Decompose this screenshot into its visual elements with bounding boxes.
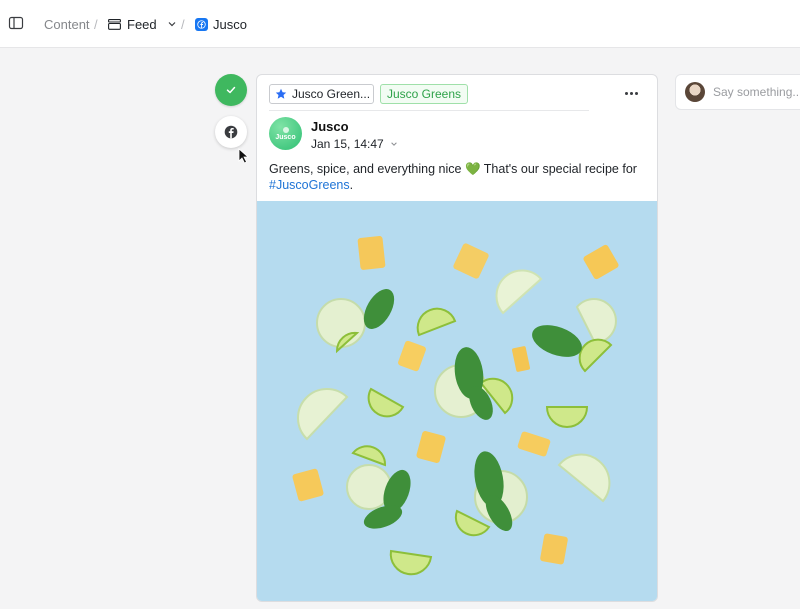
post-timestamp-label: Jan 15, 14:47 (311, 137, 384, 151)
post-timestamp[interactable]: Jan 15, 14:47 (311, 137, 398, 151)
breadcrumb-separator: / (94, 16, 98, 32)
post-author: Jusco (311, 119, 349, 134)
page-avatar-text: Jusco (275, 133, 296, 141)
post-text-end: . (349, 178, 354, 192)
more-options-icon[interactable] (621, 86, 641, 100)
breadcrumb-feed-label: Feed (127, 16, 157, 32)
post-text-before: Greens, spice, and everything nice (269, 162, 465, 176)
comment-box[interactable]: Say something... (675, 74, 800, 110)
facebook-icon (224, 125, 238, 139)
label-tag[interactable]: Jusco Greens (380, 84, 469, 104)
breadcrumb-feed[interactable]: Feed (108, 0, 177, 48)
breadcrumb-content-label: Content (44, 16, 90, 32)
page-avatar: Jusco (269, 117, 302, 150)
top-bar: Content / Feed / Jusco (0, 0, 800, 48)
sidebar-toggle-icon[interactable] (8, 15, 24, 31)
tag-row: Jusco Green... Jusco Greens (269, 84, 645, 106)
approve-button[interactable] (215, 74, 247, 106)
comment-input[interactable]: Say something... (713, 85, 800, 99)
feed-icon (108, 18, 121, 30)
label-tag-text: Jusco Greens (387, 87, 462, 101)
hashtag-link[interactable]: #JuscoGreens (269, 178, 350, 192)
check-icon (226, 86, 236, 94)
divider (269, 110, 589, 111)
breadcrumb-page[interactable]: Jusco (195, 0, 247, 48)
post-card: Jusco Green... Jusco Greens Jusco Jusco … (256, 74, 658, 602)
chevron-down-icon (390, 142, 397, 146)
facebook-icon (195, 17, 208, 31)
breadcrumb-separator: / (181, 16, 185, 32)
post-body: Greens, spice, and everything nice 💚 Tha… (269, 161, 649, 193)
campaign-tag[interactable]: Jusco Green... (269, 84, 374, 104)
post-text-after: That's our special recipe for (480, 162, 637, 176)
campaign-tag-label: Jusco Green... (292, 87, 371, 101)
chevron-down-icon (168, 22, 176, 27)
green-heart-emoji: 💚 (464, 162, 481, 176)
breadcrumb-content[interactable]: Content (44, 0, 90, 48)
mouse-cursor-icon (238, 148, 250, 164)
star-icon (275, 88, 287, 99)
breadcrumb-page-label: Jusco (213, 16, 247, 32)
post-image[interactable] (257, 201, 658, 602)
user-avatar (685, 82, 705, 102)
facebook-network-button[interactable] (215, 116, 247, 148)
